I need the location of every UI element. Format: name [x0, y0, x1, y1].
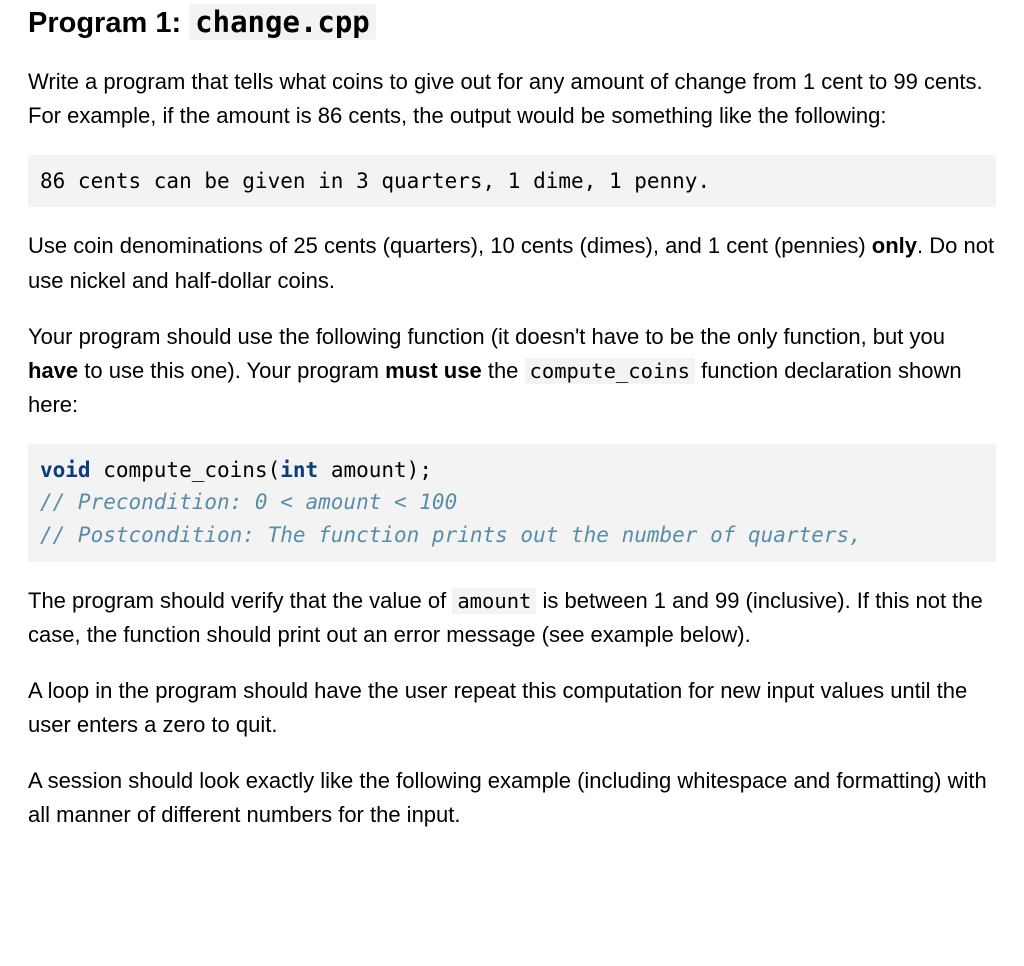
inline-code-amount: amount — [452, 588, 536, 614]
text-span: to use this one). Your program — [78, 358, 385, 383]
token-plain: compute_coins( — [91, 458, 281, 482]
section-heading: Program 1: change.cpp — [28, 4, 996, 43]
session-paragraph: A session should look exactly like the f… — [28, 764, 996, 832]
validation-paragraph: The program should verify that the value… — [28, 584, 996, 652]
text-span: Your program should use the following fu… — [28, 324, 945, 349]
token-keyword-void: void — [40, 458, 91, 482]
denominations-paragraph: Use coin denominations of 25 cents (quar… — [28, 229, 996, 297]
text-span: the — [482, 358, 525, 383]
example-output-block: 86 cents can be given in 3 quarters, 1 d… — [28, 155, 996, 208]
emphasis-only: only — [872, 233, 917, 258]
emphasis-have: have — [28, 358, 78, 383]
inline-code-compute-coins: compute_coins — [525, 358, 695, 384]
emphasis-must-use: must use — [385, 358, 482, 383]
function-requirement-paragraph: Your program should use the following fu… — [28, 320, 996, 422]
heading-filename-code: change.cpp — [189, 4, 376, 40]
text-span: The program should verify that the value… — [28, 588, 452, 613]
heading-prefix: Program 1: — [28, 7, 189, 39]
loop-paragraph: A loop in the program should have the us… — [28, 674, 996, 742]
token-plain: amount); — [318, 458, 432, 482]
intro-paragraph: Write a program that tells what coins to… — [28, 65, 996, 133]
token-comment-precondition: // Precondition: 0 < amount < 100 — [40, 490, 457, 514]
text-span: Use coin denominations of 25 cents (quar… — [28, 233, 872, 258]
function-declaration-block: void compute_coins(int amount); // Preco… — [28, 444, 996, 562]
token-comment-postcondition: // Postcondition: The function prints ou… — [40, 523, 862, 547]
token-keyword-int: int — [280, 458, 318, 482]
